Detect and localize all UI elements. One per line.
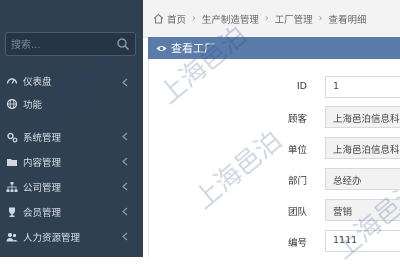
sidebar-item-functions[interactable]: 功能 <box>0 92 143 115</box>
globe-icon <box>6 98 18 109</box>
breadcrumb-separator: › <box>318 13 323 24</box>
team-field[interactable]: 营销 <box>325 199 400 221</box>
panel-title: 查看工厂 <box>171 42 215 55</box>
sidebar-item-dashboard[interactable]: 仪表盘 <box>0 70 143 92</box>
sidebar-item-members[interactable]: 会员管理 <box>0 199 143 224</box>
search-icon[interactable] <box>116 37 130 51</box>
detail-form: ID 1 顾客 上海邑泊信息科技 单位 上海邑泊信息科技 部门 总经办 团队 营… <box>148 59 400 257</box>
id-field[interactable]: 1 <box>325 76 400 98</box>
breadcrumb-current: 查看明细 <box>328 14 367 26</box>
sidebar-item-label: 仪表盘 <box>23 77 52 88</box>
sidebar-item-label: 功能 <box>23 99 43 111</box>
form-row-id: ID 1 <box>149 76 400 98</box>
dashboard-icon <box>6 78 18 84</box>
breadcrumb-separator: › <box>192 13 196 24</box>
sidebar-item-company[interactable]: 公司管理 <box>0 174 143 199</box>
breadcrumb-home[interactable]: 首页 <box>167 12 186 26</box>
field-label: 顾客 <box>287 114 307 125</box>
sidebar-item-label: 公司管理 <box>23 182 62 194</box>
field-label: ID <box>296 81 307 92</box>
gears-icon <box>7 132 18 142</box>
chevron-left-icon <box>122 132 128 141</box>
home-icon <box>153 13 164 24</box>
panel-header: 查看工厂 <box>148 37 400 59</box>
breadcrumb: 首页 › 生产制造管理 › 工厂管理 › 查看明细 <box>143 0 400 38</box>
sidebar-menu: 仪表盘 功能 系统管理 内容管理 公司管理 会员管理 人力资源管理 <box>0 70 143 249</box>
form-row-department: 部门 总经办 <box>149 168 400 190</box>
sidebar-item-label: 人力资源管理 <box>23 232 81 244</box>
field-label: 编号 <box>287 238 307 249</box>
breadcrumb-factory[interactable]: 工厂管理 <box>275 12 313 26</box>
sidebar-item-label: 系统管理 <box>23 132 62 144</box>
users-icon <box>6 232 18 241</box>
sidebar-item-system[interactable]: 系统管理 <box>0 124 143 149</box>
form-row-unit: 单位 上海邑泊信息科技 <box>149 137 400 159</box>
sitemap-icon <box>6 181 18 192</box>
department-field[interactable]: 总经办 <box>325 168 400 190</box>
chevron-left-icon <box>122 78 128 87</box>
chevron-left-icon <box>122 207 128 216</box>
sidebar-item-content[interactable]: 内容管理 <box>0 149 143 174</box>
sidebar-item-hr[interactable]: 人力资源管理 <box>0 224 143 249</box>
sidebar: 仪表盘 功能 系统管理 内容管理 <box>0 0 143 257</box>
field-label: 部门 <box>287 176 307 187</box>
breadcrumb-separator: › <box>264 13 269 24</box>
form-row-team: 团队 营销 <box>149 199 400 221</box>
sidebar-item-label: 会员管理 <box>23 207 62 219</box>
sidebar-search[interactable] <box>5 32 136 58</box>
customer-field[interactable]: 上海邑泊信息科技 <box>325 106 400 128</box>
folder-icon <box>7 158 17 166</box>
chevron-left-icon <box>122 157 128 166</box>
chevron-left-icon <box>122 232 128 241</box>
sidebar-item-label: 内容管理 <box>23 157 62 169</box>
form-row-customer: 顾客 上海邑泊信息科技 <box>149 106 400 128</box>
field-label: 团队 <box>287 207 307 218</box>
search-input[interactable] <box>6 33 113 58</box>
chevron-left-icon <box>122 182 128 191</box>
code-field[interactable]: 1111 <box>325 230 400 252</box>
form-row-code: 编号 1111 <box>149 230 400 252</box>
eye-icon <box>156 45 167 51</box>
trophy-icon <box>9 207 15 217</box>
breadcrumb-manufacturing[interactable]: 生产制造管理 <box>202 12 259 26</box>
unit-field[interactable]: 上海邑泊信息科技 <box>325 137 400 159</box>
field-label: 单位 <box>287 145 307 156</box>
